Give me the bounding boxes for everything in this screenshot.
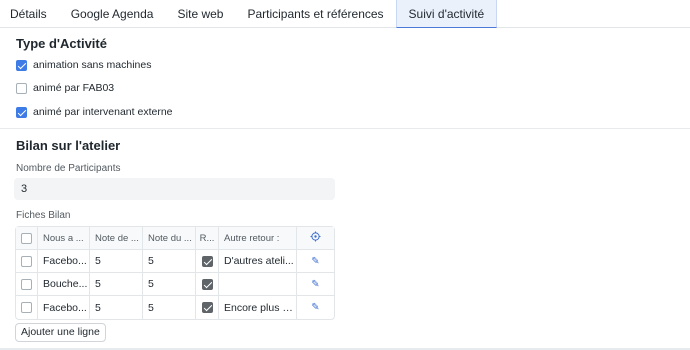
activity-option[interactable]: animation sans machines xyxy=(16,59,151,71)
add-row-button[interactable]: Ajouter une ligne xyxy=(15,323,106,342)
table-row[interactable]: Bouche... 5 5 ✎ xyxy=(16,273,334,296)
edit-icon[interactable]: ✎ xyxy=(311,302,319,313)
edit-icon[interactable]: ✎ xyxy=(311,256,319,267)
cell: Facebo... xyxy=(43,301,87,314)
fiches-bilan-grid: Nous a ... Note de ... Note du ... R... … xyxy=(15,226,335,320)
cell: 5 xyxy=(148,278,154,290)
bilan-section-title: Bilan sur l'atelier xyxy=(16,138,121,153)
table-row[interactable]: Facebo... 5 5 Encore plus d... ✎ xyxy=(16,296,334,319)
column-header: Note de ... xyxy=(95,232,139,244)
cell: Facebo... xyxy=(43,255,87,267)
cell: 5 xyxy=(95,278,101,290)
activity-option-label: animé par FAB03 xyxy=(33,82,115,94)
activity-section-title: Type d'Activité xyxy=(16,36,107,51)
cell: D'autres ateli... xyxy=(224,255,294,267)
checkbox[interactable] xyxy=(16,82,27,94)
table-row[interactable]: Facebo... 5 5 D'autres ateli... ✎ xyxy=(16,250,334,273)
row-select-checkbox[interactable] xyxy=(21,255,32,267)
settings-icon[interactable] xyxy=(310,231,321,245)
fiches-bilan-label: Fiches Bilan xyxy=(16,210,71,221)
participants-label: Nombre de Participants xyxy=(16,163,121,174)
tab-details[interactable]: Détails xyxy=(0,0,59,28)
cell: 5 xyxy=(148,255,154,267)
tab-participants[interactable]: Participants et références xyxy=(235,0,395,28)
activity-option[interactable]: animé par intervenant externe xyxy=(16,106,173,118)
cell: 5 xyxy=(95,301,101,314)
cell: Bouche... xyxy=(43,278,88,290)
participants-input[interactable]: 3 xyxy=(14,178,335,200)
column-header: Autre retour : xyxy=(224,232,280,244)
row-check[interactable] xyxy=(201,278,213,290)
tab-site-web[interactable]: Site web xyxy=(165,0,235,28)
row-select-checkbox[interactable] xyxy=(21,302,32,313)
grid-header: Nous a ... Note de ... Note du ... R... … xyxy=(16,227,334,250)
tab-google-agenda[interactable]: Google Agenda xyxy=(59,0,166,28)
column-header: Note du ... xyxy=(148,232,192,244)
column-header: R... xyxy=(199,232,215,244)
tab-bar: Détails Google Agenda Site web Participa… xyxy=(0,0,690,28)
cell: 5 xyxy=(95,255,101,267)
section-divider xyxy=(0,128,690,129)
edit-icon[interactable]: ✎ xyxy=(311,279,319,290)
select-all-checkbox[interactable] xyxy=(21,232,32,244)
row-check[interactable] xyxy=(201,302,213,313)
activity-option[interactable]: animé par FAB03 xyxy=(16,82,114,94)
tab-suivi-activite[interactable]: Suivi d'activité xyxy=(395,0,498,28)
cell: 5 xyxy=(148,301,154,314)
row-check[interactable] xyxy=(201,255,213,267)
column-header: Nous a ... xyxy=(43,232,84,244)
checkbox[interactable] xyxy=(16,59,27,71)
activity-option-label: animation sans machines xyxy=(33,59,152,71)
checkbox[interactable] xyxy=(16,106,27,118)
activity-option-label: animé par intervenant externe xyxy=(33,106,173,118)
cell: Encore plus d... xyxy=(224,301,296,314)
row-select-checkbox[interactable] xyxy=(21,278,32,290)
